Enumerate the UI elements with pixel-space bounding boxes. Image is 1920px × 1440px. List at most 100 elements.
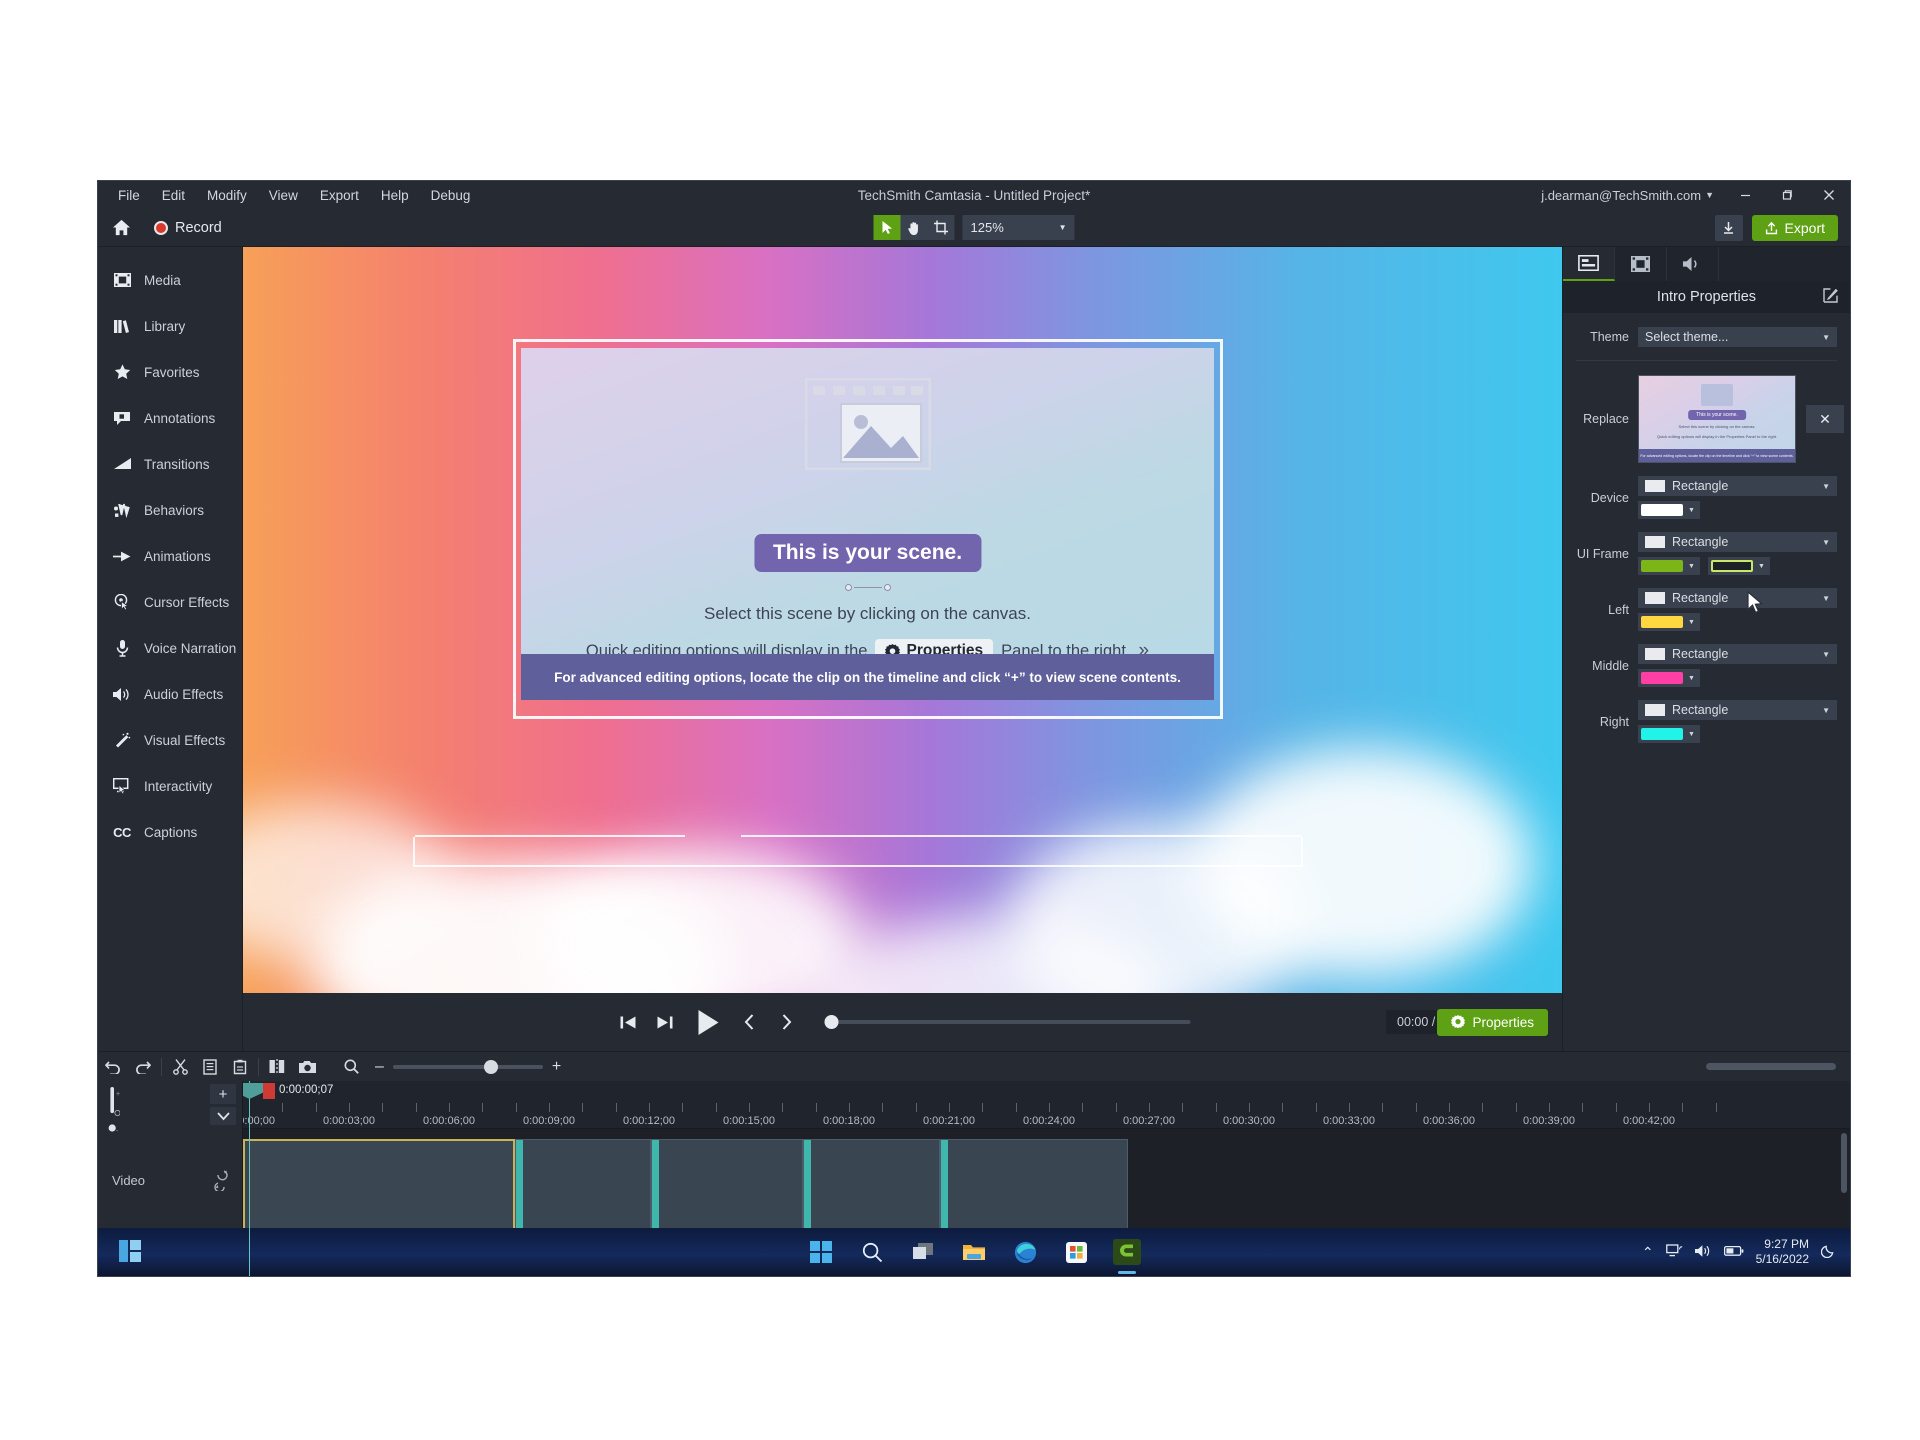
next-frame-button[interactable]	[652, 1009, 678, 1035]
file-explorer-icon[interactable]	[959, 1237, 989, 1267]
sidebar-item-voice-narration[interactable]: Voice Narration	[98, 625, 242, 671]
track-toggle-icons[interactable]	[214, 1169, 228, 1194]
account-chevron-down-icon[interactable]: ▼	[1705, 190, 1714, 200]
ui-frame-fill-dropdown[interactable]: ▼	[1638, 557, 1700, 575]
properties-button[interactable]: Properties	[1437, 1009, 1548, 1036]
redo-button[interactable]	[128, 1052, 158, 1082]
left-shape-dropdown[interactable]: Rectangle ▼	[1638, 588, 1837, 608]
select-tool[interactable]	[874, 215, 901, 240]
moon-icon[interactable]	[1821, 1243, 1836, 1261]
timeline-ruler[interactable]: 0:00:00;000:00:03;000:00:06;000:00:09;00…	[243, 1081, 1850, 1129]
sidebar-item-media[interactable]: Media	[98, 257, 242, 303]
export-button[interactable]: Export	[1752, 215, 1838, 241]
undo-button[interactable]	[98, 1052, 128, 1082]
add-track-button[interactable]: +	[210, 1084, 236, 1104]
canvas-zoom-select[interactable]: 125% ▼	[963, 215, 1075, 240]
crop-tool[interactable]	[928, 215, 955, 240]
chevron-up-icon[interactable]: ⌃	[1642, 1244, 1654, 1261]
replace-thumbnail[interactable]: This is your scene. Select this scene by…	[1638, 375, 1796, 463]
store-icon[interactable]	[1061, 1237, 1091, 1267]
sidebar-item-interactivity[interactable]: Interactivity	[98, 763, 242, 809]
paste-button[interactable]	[225, 1052, 255, 1082]
middle-shape-dropdown[interactable]: Rectangle ▼	[1638, 644, 1837, 664]
preview-canvas[interactable]: This is your scene. Select this scene by…	[243, 247, 1562, 993]
snapshot-button[interactable]	[292, 1052, 322, 1082]
sidebar-item-captions[interactable]: CC Captions	[98, 809, 242, 855]
right-shape-dropdown[interactable]: Rectangle ▼	[1638, 700, 1837, 720]
battery-icon[interactable]	[1724, 1245, 1744, 1260]
timeline-top-scrollbar[interactable]	[1706, 1063, 1836, 1070]
sidebar-item-audio-effects[interactable]: Audio Effects	[98, 671, 242, 717]
menu-item-modify[interactable]: Modify	[196, 185, 258, 206]
right-color-dropdown[interactable]: ▼	[1638, 725, 1700, 743]
collapse-tracks-button[interactable]	[210, 1107, 236, 1125]
split-button[interactable]	[262, 1052, 292, 1082]
start-icon[interactable]	[806, 1237, 836, 1267]
menu-item-debug[interactable]: Debug	[420, 185, 482, 206]
sidebar-item-animations[interactable]: Animations	[98, 533, 242, 579]
menu-item-export[interactable]: Export	[309, 185, 370, 206]
record-button[interactable]: Record	[146, 217, 230, 239]
theme-select[interactable]: Select theme... ▼	[1638, 327, 1837, 347]
task-view-icon[interactable]	[908, 1237, 938, 1267]
theme-dropdown[interactable]: Select theme... ▼	[1638, 327, 1837, 347]
taskbar-clock[interactable]: 9:27 PM 5/16/2022	[1756, 1237, 1809, 1267]
close-button[interactable]	[1808, 181, 1850, 209]
menu-item-help[interactable]: Help	[370, 185, 420, 206]
sidebar-item-annotations[interactable]: Annotations	[98, 395, 242, 441]
scene-card: This is your scene. Select this scene by…	[521, 348, 1214, 700]
minimize-button[interactable]	[1724, 181, 1766, 209]
tab-media-properties[interactable]	[1563, 247, 1615, 281]
zoom-slider-handle[interactable]	[484, 1060, 498, 1074]
ui-frame-stroke-dropdown[interactable]: ▼	[1708, 557, 1770, 575]
copy-button[interactable]	[195, 1052, 225, 1082]
maximize-button[interactable]	[1766, 181, 1808, 209]
volume-icon[interactable]	[1695, 1244, 1712, 1261]
camtasia-icon[interactable]	[1112, 1237, 1142, 1267]
play-button[interactable]	[689, 1004, 725, 1040]
sidebar-item-behaviors[interactable]: Behaviors	[98, 487, 242, 533]
track-volume-slider[interactable]: +-	[108, 1087, 114, 1129]
cut-button[interactable]	[165, 1052, 195, 1082]
menu-item-view[interactable]: View	[258, 185, 309, 206]
sidebar-item-library[interactable]: Library	[98, 303, 242, 349]
sidebar-item-visual-effects[interactable]: Visual Effects	[98, 717, 242, 763]
tab-audio-properties[interactable]	[1667, 247, 1719, 281]
zoom-in-button[interactable]: +	[552, 1059, 561, 1075]
playback-scrubber[interactable]	[824, 1020, 1190, 1024]
edge-icon[interactable]	[1010, 1237, 1040, 1267]
home-icon[interactable]	[108, 215, 134, 241]
timeline-zoom-slider[interactable]	[393, 1065, 543, 1069]
scene-handle[interactable]	[845, 584, 891, 591]
properties-tabs	[1563, 247, 1850, 281]
download-icon[interactable]	[1715, 215, 1743, 241]
search-icon[interactable]	[857, 1237, 887, 1267]
timeline-vertical-scrollbar[interactable]	[1841, 1133, 1847, 1193]
sidebar-item-favorites[interactable]: Favorites	[98, 349, 242, 395]
hand-tool[interactable]	[901, 215, 928, 240]
device-shape-dropdown[interactable]: Rectangle ▼	[1638, 476, 1837, 496]
sidebar-item-cursor-effects[interactable]: Cursor Effects	[98, 579, 242, 625]
account-email[interactable]: j.dearman@TechSmith.com	[1541, 188, 1705, 203]
middle-color-dropdown[interactable]: ▼	[1638, 669, 1700, 687]
sidebar-item-transitions[interactable]: Transitions	[98, 441, 242, 487]
left-color-dropdown[interactable]: ▼	[1638, 613, 1700, 631]
sidebar-item-label: Animations	[144, 549, 211, 564]
previous-marker-button[interactable]	[736, 1009, 762, 1035]
taskbar-left-icon[interactable]	[118, 1239, 144, 1265]
ui-frame-shape-dropdown[interactable]: Rectangle ▼	[1638, 532, 1837, 552]
network-icon[interactable]	[1666, 1243, 1683, 1261]
edit-icon[interactable]	[1823, 288, 1838, 307]
menu-item-file[interactable]: File	[107, 185, 151, 206]
menu-item-edit[interactable]: Edit	[151, 185, 196, 206]
device-color-dropdown[interactable]: ▼	[1638, 501, 1700, 519]
microphone-icon	[113, 639, 131, 657]
next-marker-button[interactable]	[773, 1009, 799, 1035]
tab-video-properties[interactable]	[1615, 247, 1667, 281]
zoom-out-button[interactable]: –	[375, 1059, 384, 1075]
replace-clear-button[interactable]: ✕	[1806, 405, 1844, 433]
magnifier-icon[interactable]	[336, 1052, 366, 1082]
previous-frame-button[interactable]	[615, 1009, 641, 1035]
playhead[interactable]: 0:00:00;07	[249, 1081, 250, 1276]
scrubber-handle[interactable]	[824, 1015, 838, 1029]
